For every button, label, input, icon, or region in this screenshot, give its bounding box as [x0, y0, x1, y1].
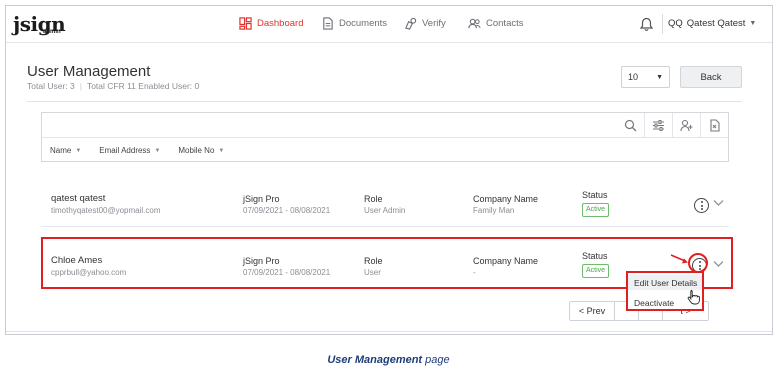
- documents-icon: [323, 17, 333, 30]
- export-file-icon: [710, 118, 720, 132]
- summary-divider: |: [79, 81, 82, 91]
- add-user-icon: [680, 119, 693, 131]
- user-name: qatest qatest: [51, 193, 106, 204]
- prev-page-button[interactable]: < Prev: [570, 302, 614, 320]
- nav-verify-label: Verify: [422, 18, 446, 29]
- top-navbar: jsign admin Dashboard Documents Verify C…: [6, 6, 772, 43]
- content-bottom-border: [6, 331, 772, 332]
- user-role-cell: Role User Admin: [364, 193, 405, 217]
- app-screenshot: jsign admin Dashboard Documents Verify C…: [5, 5, 773, 335]
- sort-mobile[interactable]: Mobile No ▼: [178, 146, 224, 155]
- nav-dashboard[interactable]: Dashboard: [239, 17, 303, 30]
- caret-down-icon: ▼: [154, 147, 161, 154]
- user-email: timothyqatest00@yopmail.com: [51, 206, 161, 215]
- dashboard-icon: [239, 17, 252, 30]
- sort-email[interactable]: Email Address ▼: [99, 146, 160, 155]
- sliders-icon: [653, 119, 664, 131]
- sort-email-label: Email Address: [99, 146, 151, 155]
- sort-name[interactable]: Name ▼: [50, 146, 81, 155]
- user-company-cell: Company Name Family Man: [473, 193, 538, 217]
- nav-contacts[interactable]: Contacts: [468, 17, 524, 30]
- add-user-button[interactable]: [672, 113, 700, 137]
- highlight-ring: [688, 253, 708, 273]
- chevron-down-icon[interactable]: [713, 199, 724, 209]
- caret-down-icon: ▼: [749, 20, 757, 27]
- hand-cursor-icon: [687, 290, 700, 305]
- user-avatar-initials: QQ: [668, 18, 683, 29]
- status-label: Status: [582, 190, 608, 200]
- back-button[interactable]: Back: [680, 66, 742, 88]
- caption-rest: page: [422, 354, 450, 366]
- page-title: User Management: [27, 63, 151, 80]
- section-divider: [27, 101, 742, 102]
- caret-down-icon: ▼: [218, 147, 225, 154]
- user-status-cell: Status Active: [582, 189, 610, 217]
- arrow-annotation-icon: [670, 254, 688, 264]
- caret-down-icon: ▼: [656, 73, 663, 81]
- sort-columns: Name ▼ Email Address ▼ Mobile No ▼: [50, 146, 224, 155]
- filter-toolbar: [616, 113, 728, 137]
- bell-icon[interactable]: [640, 17, 653, 31]
- status-badge: Active: [582, 203, 610, 217]
- total-cfr-users: Total CFR 11 Enabled User: 0: [86, 81, 200, 91]
- figure-caption: User Management page: [0, 354, 777, 366]
- caret-down-icon: ▼: [75, 147, 82, 154]
- contacts-icon: [468, 18, 481, 29]
- user-row[interactable]: qatest qatest timothyqatest00@yopmail.co…: [41, 179, 729, 227]
- nav-contacts-label: Contacts: [486, 18, 524, 29]
- logo-subtext: admin: [43, 29, 61, 35]
- caption-bold: User Management: [327, 354, 423, 366]
- verify-icon: [405, 17, 417, 30]
- nav-divider: [662, 14, 663, 34]
- nav-documents[interactable]: Documents: [321, 17, 387, 30]
- user-name-cell: qatest qatest timothyqatest00@yopmail.co…: [51, 193, 161, 217]
- jsign-logo[interactable]: jsign admin: [13, 12, 66, 36]
- sort-name-label: Name: [50, 146, 72, 155]
- filter-divider: [42, 137, 728, 138]
- company-label: Company Name: [473, 194, 539, 204]
- page-summary: Total User: 3 | Total CFR 11 Enabled Use…: [27, 81, 199, 91]
- deactivate-item[interactable]: Deactivate: [634, 298, 674, 308]
- filter-settings-button[interactable]: [644, 113, 672, 137]
- filter-panel: Name ▼ Email Address ▼ Mobile No ▼: [41, 112, 729, 162]
- user-plan-cell: jSign Pro 07/09/2021 - 08/08/2021: [243, 193, 330, 217]
- nav-dashboard-label: Dashboard: [257, 18, 304, 29]
- nav-documents-label: Documents: [339, 18, 388, 29]
- search-icon: [624, 119, 636, 131]
- user-name: Qatest Qatest: [686, 18, 746, 29]
- more-options-icon[interactable]: [694, 198, 709, 213]
- sort-mobile-label: Mobile No: [178, 146, 215, 155]
- search-button[interactable]: [616, 113, 644, 137]
- user-role: User Admin: [364, 206, 406, 215]
- role-label: Role: [364, 194, 383, 204]
- total-users: Total User: 3: [27, 81, 75, 91]
- user-plan-period: 07/09/2021 - 08/08/2021: [243, 206, 331, 215]
- nav-verify[interactable]: Verify: [404, 17, 446, 30]
- export-button[interactable]: [700, 113, 728, 137]
- page-size-value: 10: [628, 72, 639, 82]
- edit-user-details-item[interactable]: Edit User Details: [634, 278, 697, 288]
- user-company: Family Man: [473, 206, 515, 215]
- page-size-select[interactable]: 10 ▼: [621, 66, 670, 88]
- user-plan: jSign Pro: [243, 194, 280, 204]
- user-menu[interactable]: QQ Qatest Qatest ▼: [668, 18, 756, 29]
